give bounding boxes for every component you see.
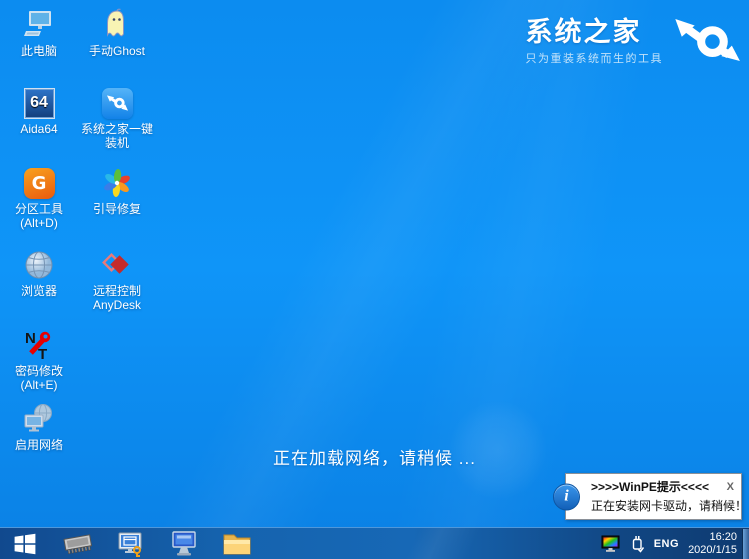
brand-subtitle: 只为重装系统而生的工具 — [526, 50, 664, 66]
close-icon[interactable]: X — [726, 481, 735, 493]
icon-label: 分区工具 — [0, 202, 78, 216]
taskbar: ENG 16:20 2020/1/15 — [0, 527, 749, 559]
folder-icon — [222, 531, 252, 557]
swoosh-arrow-icon — [672, 19, 740, 61]
icon-label: 引导修复 — [78, 202, 156, 216]
brand-title: 系统之家 — [526, 17, 664, 47]
notification-title: >>>>WinPE提示<<<< — [591, 478, 709, 495]
desktop-icon-boot-repair[interactable]: 引导修复 — [78, 166, 156, 216]
desktop: 系统之家 只为重装系统而生的工具 此电脑 手动Ghost — [0, 0, 749, 559]
start-button[interactable] — [10, 529, 40, 559]
info-icon: i — [553, 483, 580, 510]
icon-label: 远程控制 — [78, 284, 156, 298]
desktop-icon-browser[interactable]: 浏览器 — [0, 248, 78, 298]
taskbar-file-explorer[interactable] — [222, 529, 252, 559]
anydesk-icon — [100, 248, 134, 282]
clock[interactable]: 16:20 2020/1/15 — [688, 531, 737, 557]
computer-icon — [22, 8, 56, 42]
clock-time: 16:20 — [688, 531, 737, 544]
loading-status-text: 正在加载网络，请稍候 ... — [273, 449, 476, 468]
diskgenius-g-glyph: G — [32, 173, 47, 194]
ghost-icon — [100, 8, 134, 42]
icon-label: 系统之家一键 — [78, 122, 156, 136]
desktop-icon-aida64[interactable]: 64 Aida64 — [0, 86, 78, 136]
nt-letter-t: T — [38, 346, 47, 362]
icon-label: Aida64 — [0, 122, 78, 136]
swoosh-mini-icon — [107, 95, 128, 111]
icon-label-line2: (Alt+E) — [0, 378, 78, 392]
system-tray: ENG 16:20 2020/1/15 — [601, 528, 737, 559]
remote-computer-icon — [169, 530, 199, 558]
notification-body: 正在安装网卡驱动，请稍候！ — [591, 497, 735, 514]
show-desktop-button[interactable] — [742, 529, 749, 559]
computer-key-icon — [116, 530, 146, 558]
windows-logo-icon — [13, 532, 37, 556]
taskbar-password-tool[interactable] — [116, 529, 146, 559]
winpe-notification: i >>>>WinPE提示<<<< X 正在安装网卡驱动，请稍候！ — [565, 473, 742, 520]
aida64-badge-text: 64 — [30, 94, 48, 112]
memory-chip-icon — [61, 528, 95, 559]
desktop-icon-anydesk[interactable]: 远程控制 AnyDesk — [78, 248, 156, 312]
icon-label: 手动Ghost — [78, 44, 156, 58]
network-computer-icon — [22, 402, 56, 436]
desktop-icon-partition-tool[interactable]: G 分区工具 (Alt+D) — [0, 166, 78, 230]
clock-date: 2020/1/15 — [688, 544, 737, 557]
nt-letter-n: N — [25, 330, 36, 347]
onekey-install-icon — [102, 88, 133, 119]
language-indicator[interactable]: ENG — [654, 538, 679, 550]
diskgenius-icon: G — [24, 168, 55, 199]
icon-label: 此电脑 — [0, 44, 78, 58]
icon-label: 浏览器 — [0, 284, 78, 298]
desktop-icon-password-reset[interactable]: N T 密码修改 (Alt+E) — [0, 328, 78, 392]
icon-label: 密码修改 — [0, 364, 78, 378]
taskbar-memory-tool[interactable] — [63, 529, 93, 559]
display-settings-icon[interactable] — [601, 535, 621, 553]
brand-logo-block: 系统之家 只为重装系统而生的工具 — [526, 17, 741, 66]
desktop-icon-onekey-install[interactable]: 系统之家一键 装机 — [78, 86, 156, 150]
globe-icon — [22, 248, 56, 282]
aida64-icon: 64 — [24, 88, 55, 119]
desktop-icon-this-pc[interactable]: 此电脑 — [0, 8, 78, 58]
icon-label-line2: 装机 — [78, 136, 156, 150]
desktop-icon-manual-ghost[interactable]: 手动Ghost — [78, 8, 156, 58]
taskbar-remote-desktop[interactable] — [169, 529, 199, 559]
icon-label-line2: (Alt+D) — [0, 216, 78, 230]
nt-password-key-icon: N T — [22, 328, 56, 362]
icon-label-line2: AnyDesk — [78, 298, 156, 312]
usb-eject-icon[interactable] — [630, 534, 645, 553]
pinwheel-icon — [100, 166, 134, 200]
